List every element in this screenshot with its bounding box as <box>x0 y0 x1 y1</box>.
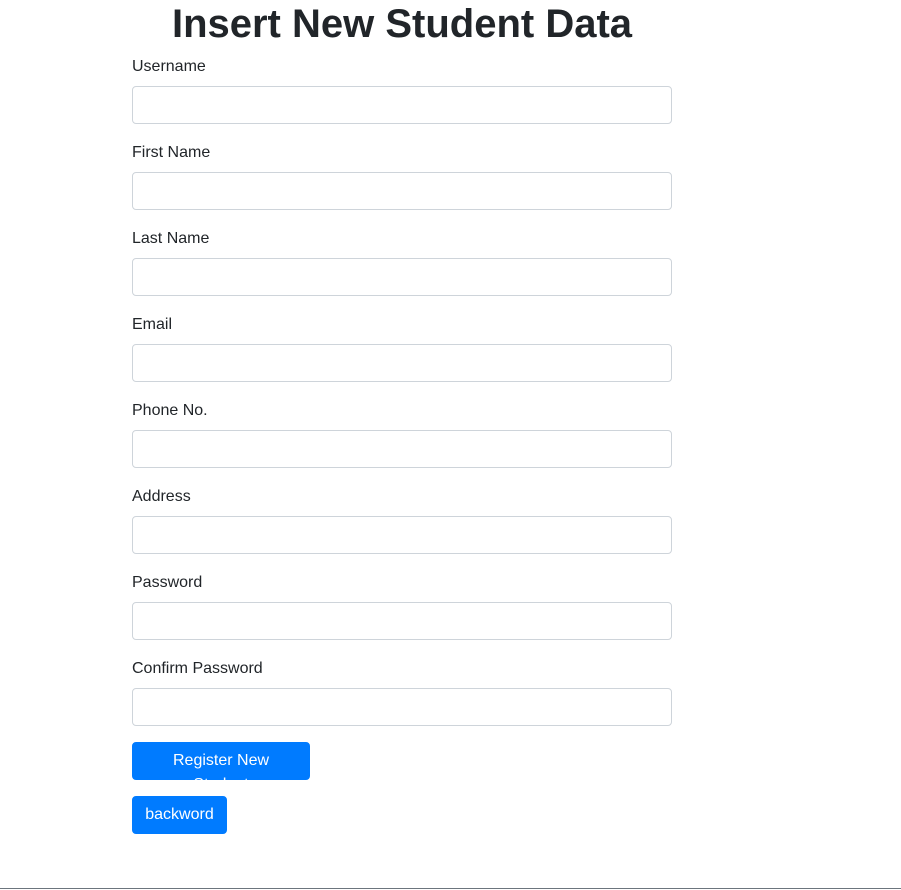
email-group: Email <box>132 314 672 400</box>
username-label: Username <box>132 58 206 75</box>
register-new-student-button[interactable]: Register New Student <box>132 742 310 793</box>
password-input[interactable] <box>132 602 672 640</box>
last-name-input[interactable] <box>132 258 672 296</box>
username-input[interactable] <box>132 86 672 124</box>
first-name-group: First Name <box>132 142 672 228</box>
last-name-group: Last Name <box>132 228 672 314</box>
email-input[interactable] <box>132 344 672 382</box>
password-group: Password <box>132 572 672 658</box>
back-button[interactable]: backword <box>132 796 227 834</box>
page: Insert New Student Data Username First N… <box>0 0 901 890</box>
address-group: Address <box>132 486 672 572</box>
email-label: Email <box>132 316 173 333</box>
confirm-password-input[interactable] <box>132 688 672 726</box>
first-name-label: First Name <box>132 144 211 161</box>
phone-label: Phone No. <box>132 402 208 419</box>
address-label: Address <box>132 488 191 505</box>
last-name-label: Last Name <box>132 230 210 247</box>
student-form: Username First Name Last Name Email Phon… <box>132 56 672 744</box>
confirm-password-label: Confirm Password <box>132 660 263 677</box>
page-title: Insert New Student Data <box>171 2 633 46</box>
phone-input[interactable] <box>132 430 672 468</box>
bottom-divider <box>0 888 901 889</box>
username-group: Username <box>132 56 672 142</box>
address-input[interactable] <box>132 516 672 554</box>
confirm-password-group: Confirm Password <box>132 658 672 744</box>
first-name-input[interactable] <box>132 172 672 210</box>
phone-group: Phone No. <box>132 400 672 486</box>
password-label: Password <box>132 574 203 591</box>
